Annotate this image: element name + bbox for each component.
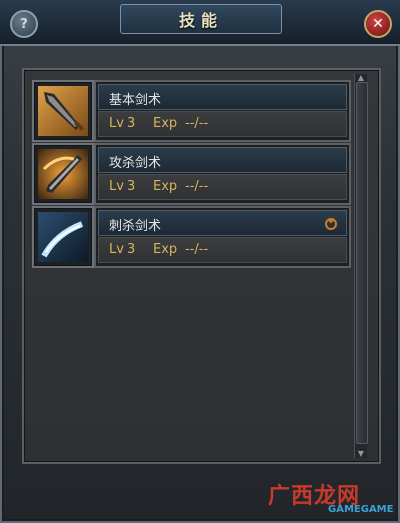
sword-icon xyxy=(38,86,88,136)
skill-name-row: 攻杀剑术 xyxy=(98,147,347,173)
title-plate: 技能 xyxy=(120,4,282,34)
help-button[interactable]: ? xyxy=(10,10,38,38)
status-badge-icon[interactable] xyxy=(323,215,339,231)
skill-info: 刺杀剑术 Lv 3 Exp --/-- xyxy=(94,206,351,268)
window-title: 技能 xyxy=(178,11,223,30)
skill-stat-row: Lv 3 Exp --/-- xyxy=(98,237,347,263)
skill-row-3[interactable]: 刺杀剑术 Lv 3 Exp --/-- xyxy=(32,206,351,268)
skill-icon-frame[interactable] xyxy=(32,206,94,268)
title-bar: 技能 xyxy=(0,0,400,46)
exp-value: --/-- xyxy=(185,116,209,131)
level-label: Lv xyxy=(109,116,124,131)
scroll-down-arrow-icon[interactable]: ▼ xyxy=(355,450,367,458)
skill-name-row: 刺杀剑术 xyxy=(98,210,347,236)
skill-row-1[interactable]: 基本剑术 Lv 3 Exp --/-- xyxy=(32,80,351,142)
level-label: Lv xyxy=(109,242,124,257)
slash-sword-icon xyxy=(38,149,88,199)
close-button[interactable]: ✕ xyxy=(364,10,392,38)
skill-icon-frame[interactable] xyxy=(32,80,94,142)
exp-label: Exp xyxy=(153,179,178,194)
level-value: 3 xyxy=(127,179,136,194)
skill-icon-frame[interactable] xyxy=(32,143,94,205)
help-icon: ? xyxy=(20,16,28,32)
scrollbar[interactable]: ▲ ▼ xyxy=(354,74,368,458)
close-icon: ✕ xyxy=(372,16,384,32)
skill-row-2[interactable]: 攻杀剑术 Lv 3 Exp --/-- xyxy=(32,143,351,205)
skill-stat-row: Lv 3 Exp --/-- xyxy=(98,174,347,200)
scroll-thumb[interactable] xyxy=(356,82,368,444)
skill-name-row: 基本剑术 xyxy=(98,84,347,110)
skill-name: 基本剑术 xyxy=(109,93,162,108)
level-value: 3 xyxy=(127,116,136,131)
skill-name: 攻杀剑术 xyxy=(109,156,162,171)
exp-label: Exp xyxy=(153,116,178,131)
skill-window: 技能 ? ✕ ▲ ▼ 基本剑术 Lv 3 Exp --/-- 攻杀剑术 Lv 3… xyxy=(0,0,400,523)
watermark: 广西龙网 GAMEGAME xyxy=(250,478,394,518)
skill-stat-row: Lv 3 Exp --/-- xyxy=(98,111,347,137)
exp-value: --/-- xyxy=(185,179,209,194)
watermark-sub: GAMEGAME xyxy=(328,504,394,515)
exp-label: Exp xyxy=(153,242,178,257)
scroll-up-arrow-icon[interactable]: ▲ xyxy=(355,74,367,82)
exp-value: --/-- xyxy=(185,242,209,257)
skill-info: 基本剑术 Lv 3 Exp --/-- xyxy=(94,80,351,142)
skill-info: 攻杀剑术 Lv 3 Exp --/-- xyxy=(94,143,351,205)
level-value: 3 xyxy=(127,242,136,257)
skill-name: 刺杀剑术 xyxy=(109,219,162,234)
level-label: Lv xyxy=(109,179,124,194)
thrust-sword-icon xyxy=(38,212,88,262)
